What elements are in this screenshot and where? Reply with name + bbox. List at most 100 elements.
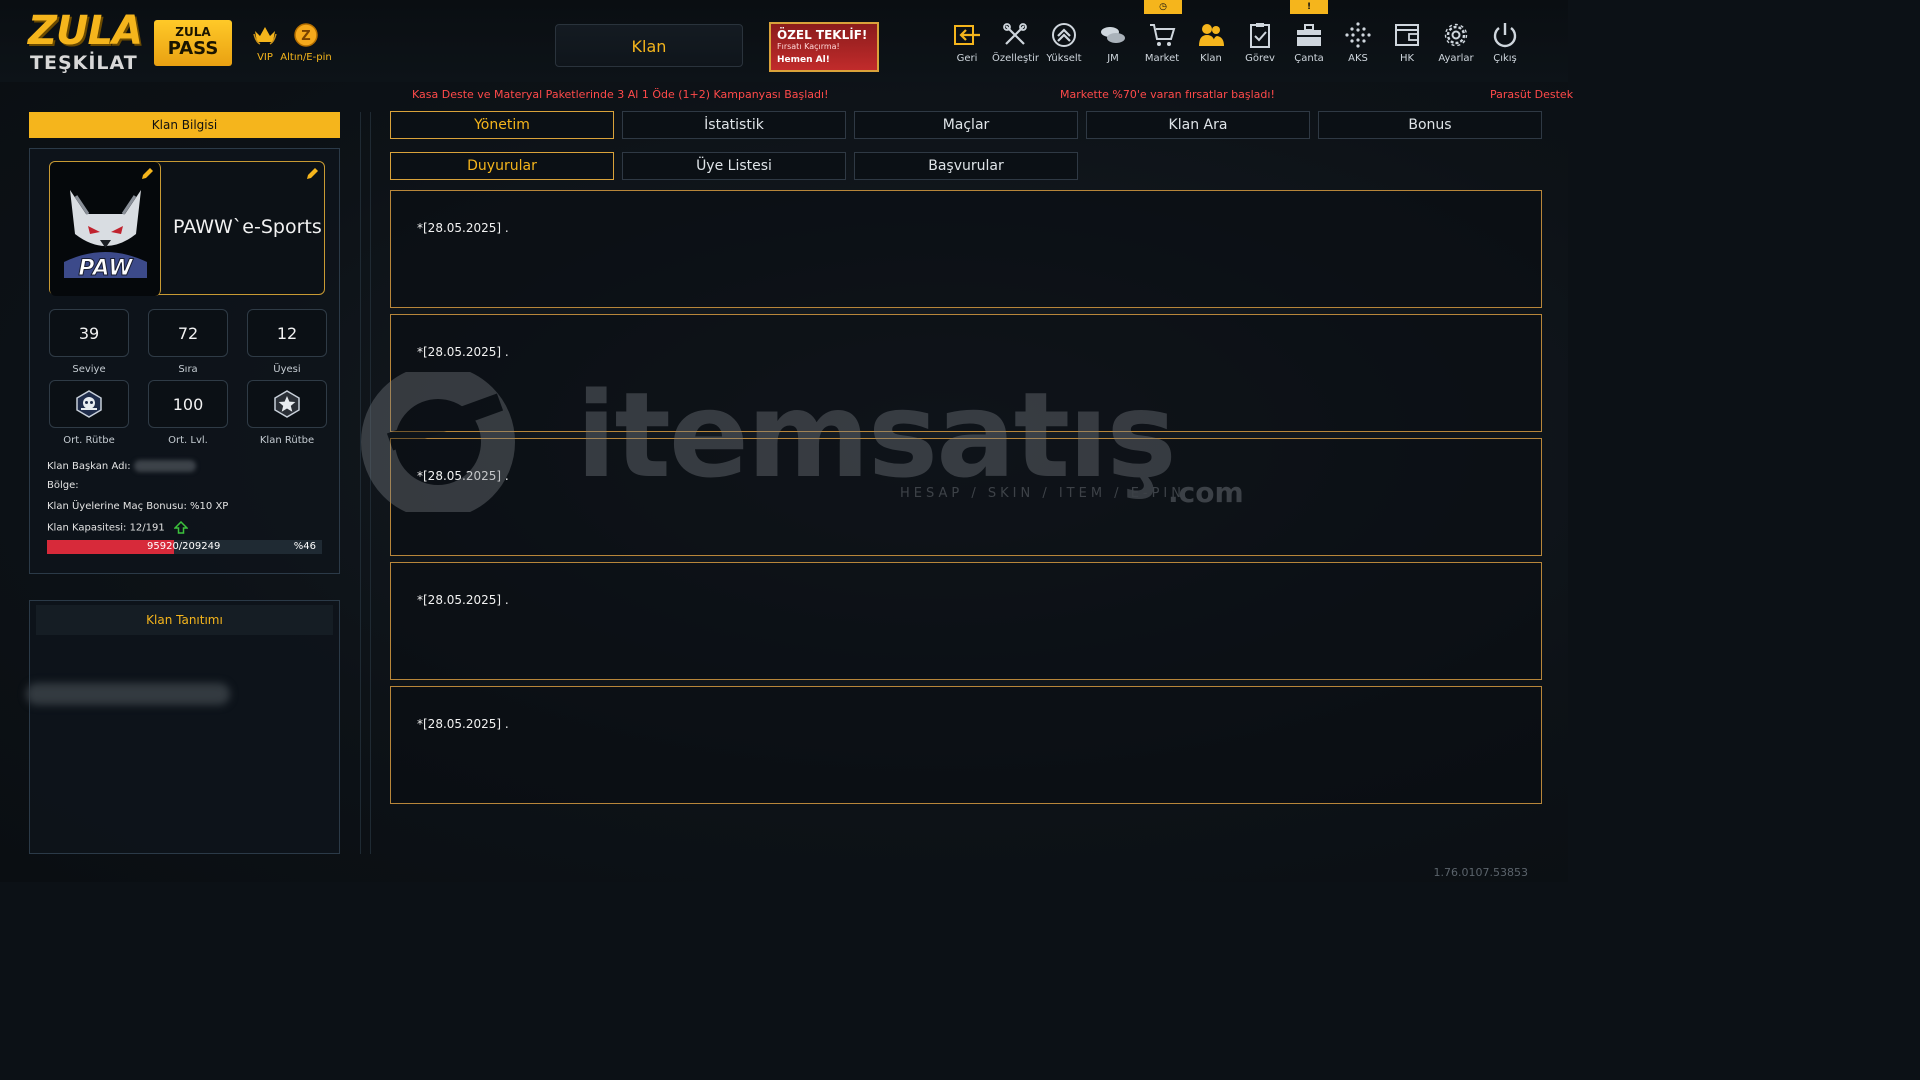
announcement-box[interactable]: *[28.05.2025] . [390, 314, 1542, 432]
announcement-box[interactable]: *[28.05.2025] . [390, 686, 1542, 804]
offer-cta: Hemen Al! [777, 55, 830, 65]
wallet-icon [1395, 24, 1419, 46]
svg-text:Z: Z [301, 29, 310, 44]
clan-rank-value: 72 [148, 309, 228, 357]
tab-basvurular[interactable]: Başvurular [854, 152, 1078, 180]
avg-level-value: 100 [148, 380, 228, 428]
clan-members-label: Üyesi [273, 364, 301, 375]
power-icon [1493, 23, 1517, 48]
nav-aks[interactable]: AKS [1335, 20, 1381, 64]
avg-rank-box [49, 380, 129, 428]
clan-level-label: Seviye [72, 364, 106, 375]
nav-canta[interactable]: Çanta [1286, 20, 1332, 64]
top-bar: ZULA TEŞKİLAT ZULA PASS VIP Z Altın/E-pi… [0, 0, 1568, 82]
announcement-text: *[28.05.2025] . [417, 717, 509, 731]
vip-crown-icon [253, 27, 277, 45]
clan-xp-text: 95920/209249 [147, 541, 221, 552]
gold-epin-button[interactable]: Z Altın/E-pin [276, 22, 336, 63]
nav-label: Klan [1200, 53, 1222, 64]
nav-klan[interactable]: Klan [1188, 20, 1234, 64]
edit-name-pencil-icon[interactable] [305, 167, 319, 181]
clan-rank-label: Sıra [178, 364, 198, 375]
tab-yonetim[interactable]: Yönetim [390, 111, 614, 139]
clan-rank-badge-label: Klan Rütbe [259, 435, 315, 446]
tab-duyurular[interactable]: Duyurular [390, 152, 614, 180]
nav-cikis[interactable]: Çıkış [1482, 20, 1528, 64]
nav-label: Çıkış [1493, 53, 1517, 64]
avg-rank-skull-badge-icon [76, 390, 102, 418]
offer-subtitle: Fırsatı Kaçırma! [777, 42, 840, 51]
ticker-message-1: Kasa Deste ve Materyal Paketlerinde 3 Al… [412, 88, 829, 101]
clan-xp-progress-bar: 95920/209249 %46 [47, 540, 322, 554]
ticker-message-2: Markette %70'e varan fırsatlar başladı! [1060, 88, 1275, 101]
clan-leader-redacted [133, 460, 196, 472]
nav-label: HK [1399, 53, 1415, 64]
page-title: Klan [555, 24, 743, 67]
nav-ozellestir[interactable]: Özelleştir [992, 20, 1040, 64]
clan-leader-row: Klan Başkan Adı: [47, 460, 196, 472]
offer-title: ÖZEL TEKLİF! [777, 28, 868, 42]
version-label: 1.76.0107.53853 [1433, 866, 1528, 879]
avg-level-label: Ort. Lvl. [168, 435, 208, 446]
special-offer-banner[interactable]: ÖZEL TEKLİF! Fırsatı Kaçırma! Hemen Al! [769, 22, 879, 72]
tools-icon [1003, 23, 1027, 45]
clan-rank-badge-box [247, 380, 327, 428]
nav-label: Çanta [1294, 53, 1324, 64]
clan-members-value: 12 [247, 309, 327, 357]
nav-label: AKS [1348, 53, 1368, 64]
clan-level-value: 39 [49, 309, 129, 357]
announcement-box[interactable]: *[28.05.2025] . [390, 562, 1542, 680]
nav-gorev[interactable]: Görev [1237, 20, 1283, 64]
tab-bonus[interactable]: Bonus [1318, 111, 1542, 139]
tab-maclar[interactable]: Maçlar [854, 111, 1078, 139]
zula-logo: ZULA TEŞKİLAT [28, 8, 143, 76]
nav-label: Yükselt [1046, 53, 1082, 64]
announcement-box[interactable]: *[28.05.2025] . [390, 438, 1542, 556]
clan-bonus-label: Klan Üyelerine Maç Bonusu: %10 XP [47, 501, 229, 512]
nav-jm[interactable]: JM [1090, 20, 1136, 64]
nav-market[interactable]: Market [1139, 20, 1185, 64]
zula-pass-button[interactable]: ZULA PASS [154, 20, 232, 66]
rank-up-icon [1052, 23, 1076, 47]
tab-klan-ara[interactable]: Klan Ara [1086, 111, 1310, 139]
cart-icon [1150, 24, 1176, 46]
nav-ayarlar[interactable]: Ayarlar [1433, 20, 1479, 64]
svg-text:PAW: PAW [78, 256, 134, 281]
back-arrow-icon [954, 25, 980, 45]
edit-emblem-pencil-icon[interactable] [140, 167, 154, 181]
zula-pass-line1: ZULA [175, 25, 211, 39]
gear-icon [1444, 23, 1468, 47]
tab-uye-listesi[interactable]: Üye Listesi [622, 152, 846, 180]
clan-intro-panel: Klan Tanıtımı [26, 600, 340, 854]
clan-intro-redacted [26, 683, 230, 705]
logo-text-teskilat: TEŞKİLAT [30, 52, 138, 74]
clan-id-card: PAW PAWW`e-Sports [49, 161, 325, 296]
canta-alert-badge: ! [1290, 0, 1328, 14]
clan-icon [1199, 24, 1224, 46]
nav-label: JM [1107, 53, 1119, 64]
clipboard-icon [1250, 23, 1270, 48]
tab-istatistik[interactable]: İstatistik [622, 111, 846, 139]
nav-label: Geri [956, 53, 978, 64]
clan-intro-header: Klan Tanıtımı [36, 605, 333, 635]
nav-hk[interactable]: HK [1384, 20, 1430, 64]
clan-region-label: Bölge: [47, 480, 79, 491]
clan-capacity-row: Klan Kapasitesi: 12/191 [47, 520, 189, 534]
bag-icon [1297, 24, 1321, 46]
gold-epin-label: Altın/E-pin [280, 52, 332, 63]
clan-xp-percent: %46 [293, 541, 316, 552]
gold-coin-icon: Z [294, 23, 318, 47]
clan-leader-label: Klan Başkan Adı: [47, 461, 131, 472]
nav-label: Market [1144, 53, 1180, 64]
announcement-box[interactable]: *[28.05.2025] . [390, 190, 1542, 308]
nav-label: Özelleştir [992, 53, 1040, 64]
nav-label: Görev [1245, 53, 1275, 64]
clan-emblem[interactable]: PAW [50, 162, 161, 296]
clan-emblem-wolf-icon: PAW [64, 190, 147, 282]
capacity-upgrade-arrow-icon[interactable] [173, 520, 189, 534]
nav-geri[interactable]: Geri [944, 20, 990, 64]
nav-yukselt[interactable]: Yükselt [1041, 20, 1087, 64]
clan-rank-star-badge-icon [274, 390, 300, 418]
dots-icon [1345, 22, 1371, 48]
market-timer-badge: ◷ [1144, 0, 1182, 14]
